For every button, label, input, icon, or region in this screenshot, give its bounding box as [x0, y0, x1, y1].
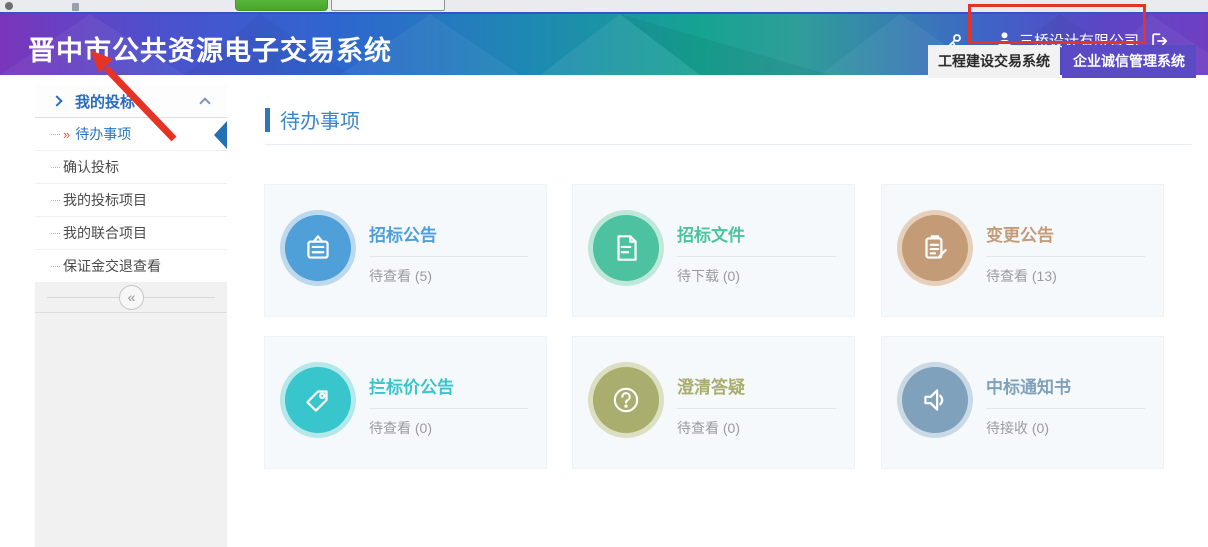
sidebar-collapse-row: « — [35, 283, 227, 313]
card-award-notice[interactable]: 中标通知书 待接收 (0) — [881, 336, 1164, 469]
divider — [986, 256, 1145, 257]
sidebar-group-my-bids[interactable]: 我的投标 — [35, 85, 227, 118]
announcement-board-icon — [285, 215, 351, 281]
price-tag-icon — [285, 367, 351, 433]
browser-strip — [0, 0, 1208, 12]
sidebar-item-label: 我的投标项目 — [63, 192, 147, 208]
sidebar-item-label: 保证金交退查看 — [63, 258, 161, 274]
document-icon — [593, 215, 659, 281]
speaker-icon — [902, 367, 968, 433]
collapse-icon[interactable]: « — [119, 285, 144, 310]
sidebar-empty-area — [35, 313, 227, 547]
chevron-up-icon — [199, 97, 210, 108]
browser-icon-fragment — [5, 2, 13, 10]
sidebar-item-my-joint-projects[interactable]: 我的联合项目 — [35, 217, 227, 250]
sidebar-item-label: 待办事项 — [75, 126, 131, 142]
sidebar-item-confirm-bid[interactable]: 确认投标 — [35, 151, 227, 184]
divider — [265, 144, 1192, 145]
chevron-right-icon — [51, 95, 62, 106]
card-status: 待接收 (0) — [986, 418, 1145, 438]
card-title: 澄清答疑 — [677, 373, 836, 398]
card-status: 待查看 (0) — [677, 418, 836, 438]
sidebar: 我的投标 » 待办事项 确认投标 我的投标项目 我的联合项目 保证金交退查看 — [35, 85, 227, 547]
active-marker: » — [63, 127, 70, 142]
sidebar-menu: » 待办事项 确认投标 我的投标项目 我的联合项目 保证金交退查看 — [35, 118, 227, 283]
card-bid-announcement[interactable]: 招标公告 待查看 (5) — [264, 184, 547, 317]
card-title: 中标通知书 — [986, 373, 1145, 398]
card-title: 拦标价公告 — [369, 373, 528, 398]
sidebar-item-my-bid-projects[interactable]: 我的投标项目 — [35, 184, 227, 217]
clipped-green-button[interactable] — [235, 0, 328, 11]
active-pointer-icon — [214, 121, 227, 149]
card-clarification[interactable]: 澄清答疑 待查看 (0) — [572, 336, 855, 469]
browser-icon-fragment — [72, 3, 79, 11]
sidebar-item-todo[interactable]: » 待办事项 — [35, 118, 227, 151]
card-price-cap-announcement[interactable]: 拦标价公告 待查看 (0) — [264, 336, 547, 469]
card-status: 待查看 (0) — [369, 418, 528, 438]
card-status: 待查看 (13) — [986, 266, 1145, 286]
tab-construction-trading[interactable]: 工程建设交易系统 — [928, 45, 1060, 78]
sidebar-group-title: 我的投标 — [75, 91, 135, 112]
heading-accent-bar — [265, 108, 270, 132]
clipped-dropdown[interactable] — [331, 0, 445, 11]
page-title: 晋中市公共资源电子交易系统 — [28, 29, 392, 68]
question-icon — [593, 367, 659, 433]
divider — [677, 408, 836, 409]
clipboard-edit-icon — [902, 215, 968, 281]
sidebar-item-label: 我的联合项目 — [63, 225, 147, 241]
divider — [369, 256, 528, 257]
card-change-announcement[interactable]: 变更公告 待查看 (13) — [881, 184, 1164, 317]
tab-credit-management[interactable]: 企业诚信管理系统 — [1062, 45, 1196, 78]
card-bid-documents[interactable]: 招标文件 待下载 (0) — [572, 184, 855, 317]
card-status: 待下载 (0) — [677, 266, 836, 286]
divider — [369, 408, 528, 409]
sidebar-item-deposit-check[interactable]: 保证金交退查看 — [35, 250, 227, 283]
section-title: 待办事项 — [280, 105, 360, 134]
divider — [986, 408, 1145, 409]
section-heading: 待办事项 — [265, 105, 360, 134]
sidebar-item-label: 确认投标 — [63, 159, 119, 175]
page: 晋中市公共资源电子交易系统 三桥设计有限公司 工程建设交易 — [0, 0, 1208, 547]
card-status: 待查看 (5) — [369, 266, 528, 286]
card-title: 招标公告 — [369, 221, 528, 246]
divider — [677, 256, 836, 257]
card-title: 招标文件 — [677, 221, 836, 246]
card-title: 变更公告 — [986, 221, 1145, 246]
